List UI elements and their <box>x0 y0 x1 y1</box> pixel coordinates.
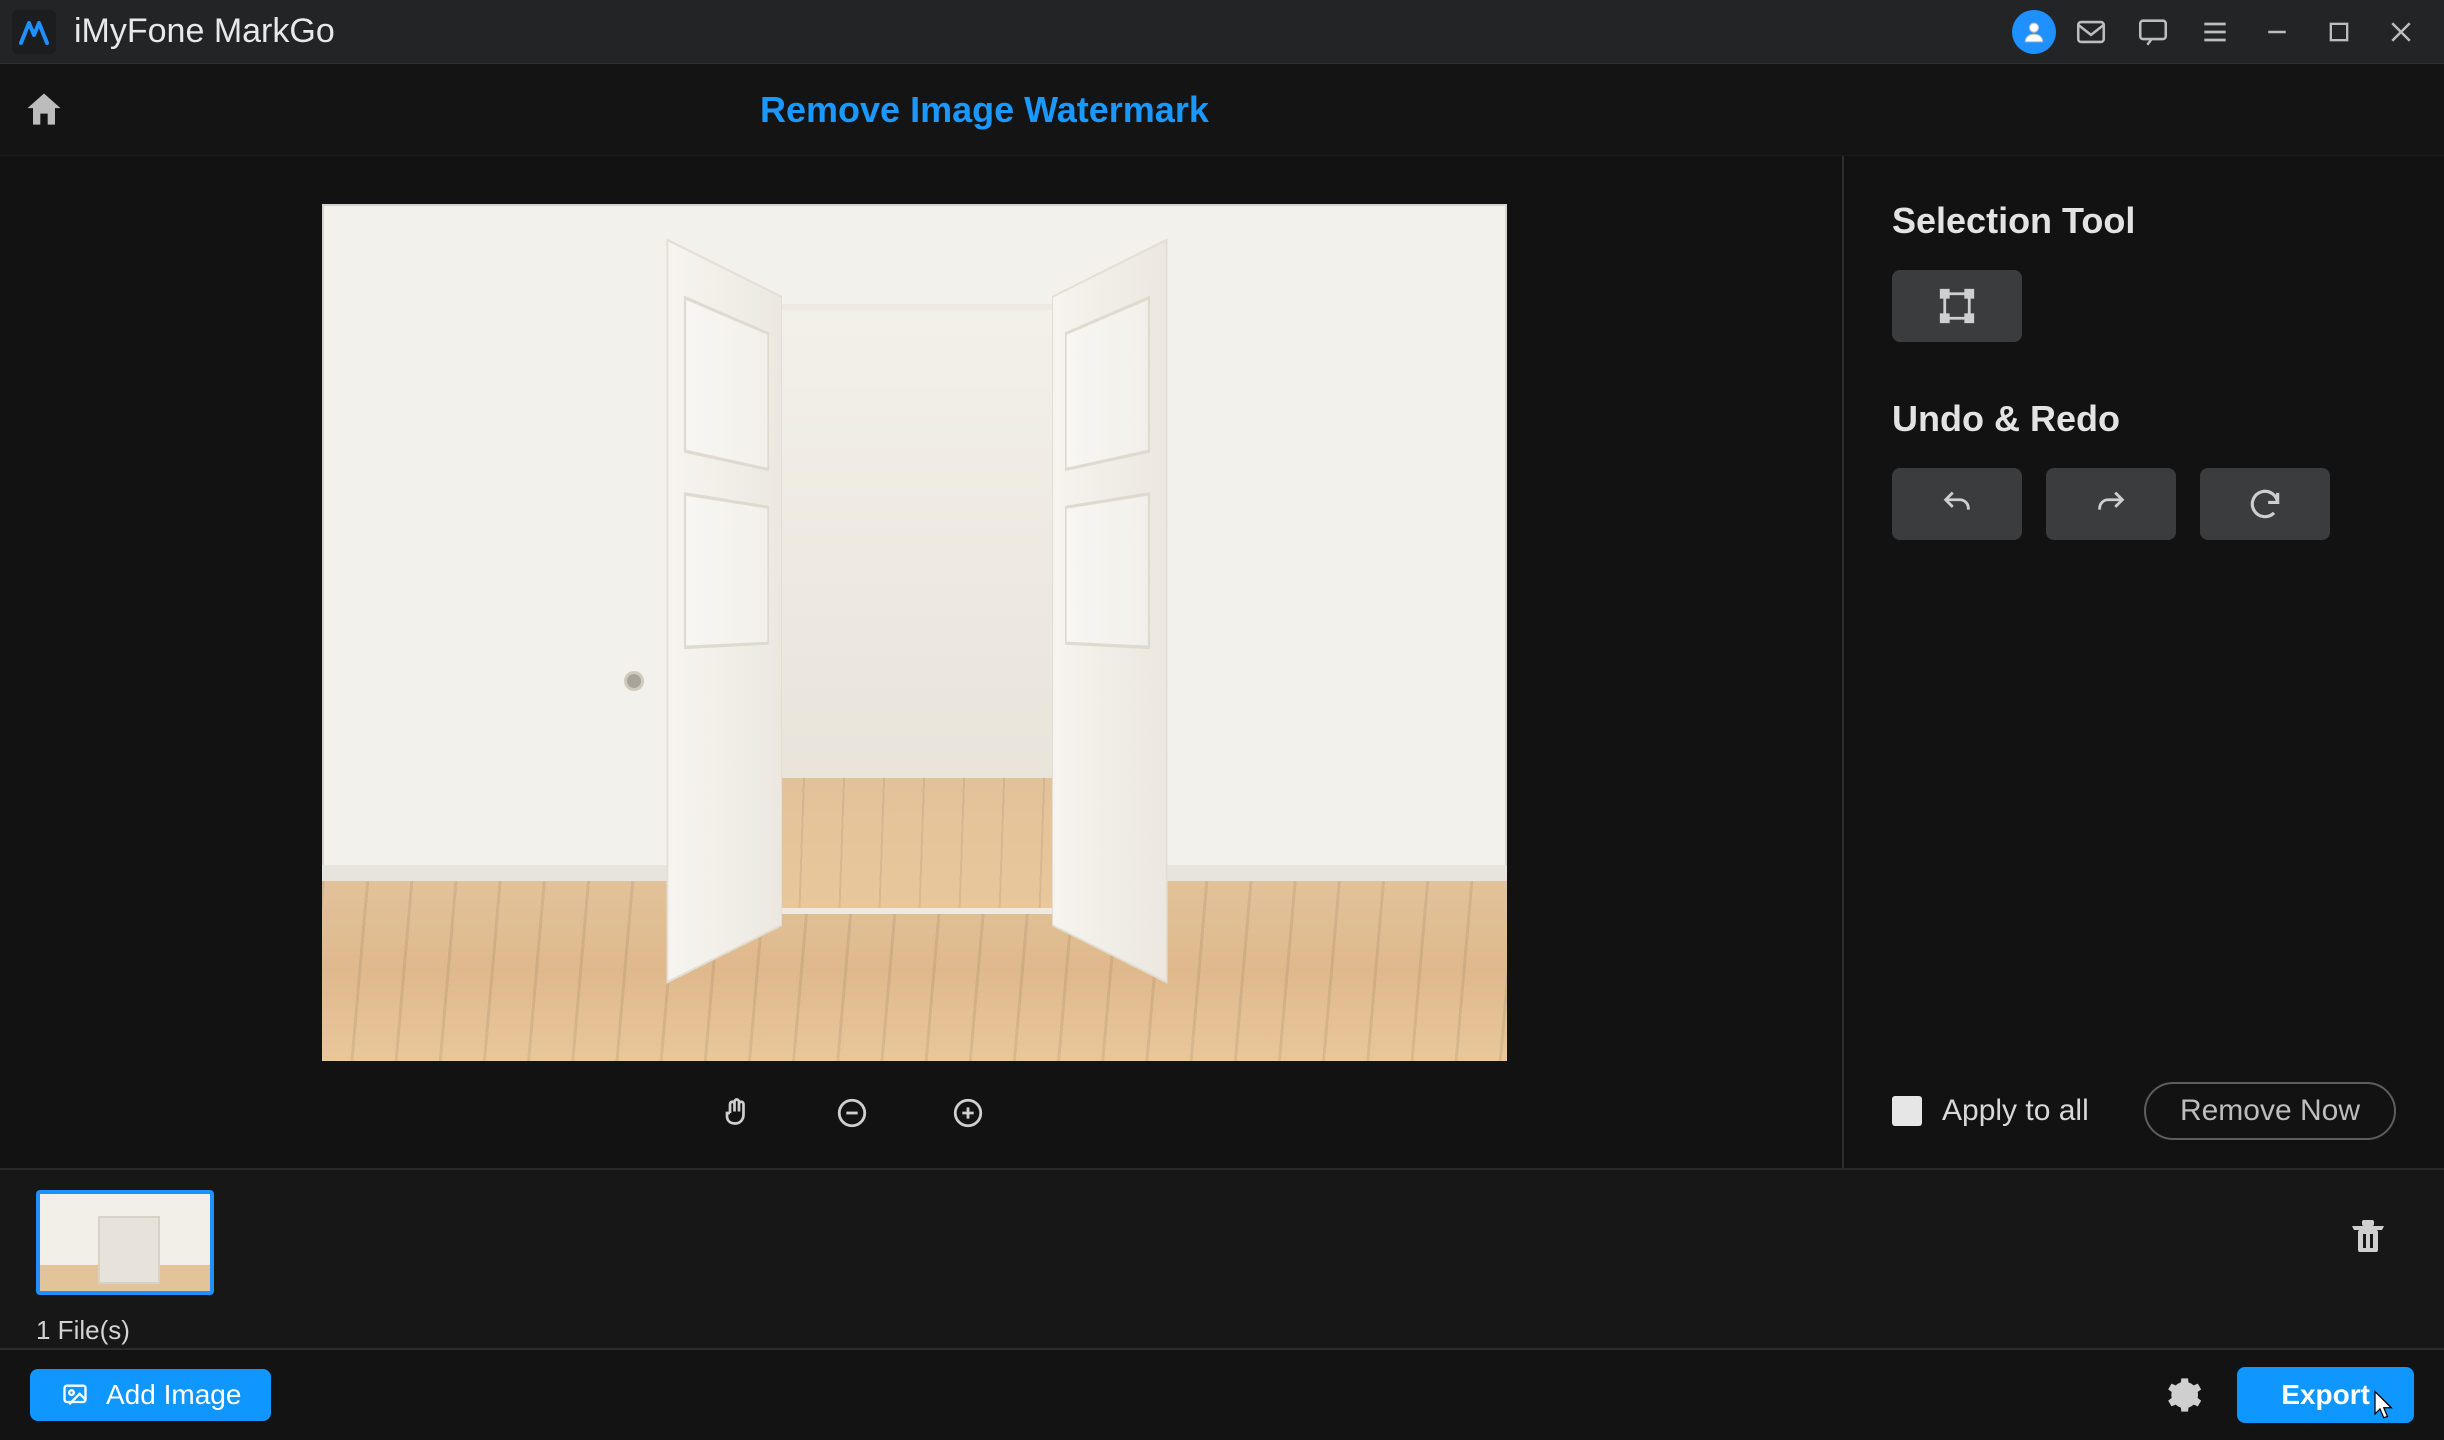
mouse-cursor-icon <box>2372 1389 2398 1419</box>
trash-icon[interactable] <box>2338 1206 2398 1266</box>
sub-header: Remove Image Watermark <box>0 64 2444 156</box>
selection-rect-button[interactable] <box>1892 270 2022 342</box>
reset-button[interactable] <box>2200 468 2330 540</box>
side-panel: Selection Tool Undo & Redo <box>1844 156 2444 1168</box>
export-button[interactable]: Export <box>2237 1367 2414 1423</box>
canvas-toolbar <box>700 1081 1004 1145</box>
page-title: Remove Image Watermark <box>760 89 1209 131</box>
app-title: iMyFone MarkGo <box>74 12 335 51</box>
home-icon[interactable] <box>20 86 68 134</box>
message-icon[interactable] <box>2126 5 2180 59</box>
pan-hand-icon[interactable] <box>700 1081 772 1145</box>
user-account-icon[interactable] <box>2012 10 2056 54</box>
close-icon[interactable] <box>2374 5 2428 59</box>
redo-button[interactable] <box>2046 468 2176 540</box>
bottom-bar: Add Image Export <box>0 1348 2444 1440</box>
menu-icon[interactable] <box>2188 5 2242 59</box>
settings-gear-icon[interactable] <box>2157 1369 2209 1421</box>
title-bar: iMyFone MarkGo <box>0 0 2444 64</box>
remove-now-button[interactable]: Remove Now <box>2144 1082 2396 1140</box>
zoom-in-icon[interactable] <box>932 1081 1004 1145</box>
selection-tool-heading: Selection Tool <box>1892 200 2396 242</box>
zoom-out-icon[interactable] <box>816 1081 888 1145</box>
undo-button[interactable] <box>1892 468 2022 540</box>
apply-to-all-label: Apply to all <box>1942 1094 2089 1128</box>
file-count-label: 1 File(s) <box>36 1315 214 1346</box>
canvas-area <box>0 156 1844 1168</box>
export-label: Export <box>2281 1379 2370 1410</box>
image-icon <box>60 1381 90 1409</box>
maximize-icon[interactable] <box>2312 5 2366 59</box>
minimize-icon[interactable] <box>2250 5 2304 59</box>
add-image-label: Add Image <box>106 1379 241 1411</box>
main-area: Selection Tool Undo & Redo <box>0 156 2444 1168</box>
mail-icon[interactable] <box>2064 5 2118 59</box>
thumbnail-item[interactable] <box>36 1190 214 1295</box>
apply-to-all-checkbox[interactable]: Apply to all <box>1892 1094 2089 1128</box>
undo-redo-heading: Undo & Redo <box>1892 398 2396 440</box>
add-image-button[interactable]: Add Image <box>30 1369 271 1421</box>
app-logo <box>12 10 56 54</box>
filmstrip: 1 File(s) <box>0 1168 2444 1348</box>
canvas-preview-image[interactable] <box>322 204 1507 1061</box>
